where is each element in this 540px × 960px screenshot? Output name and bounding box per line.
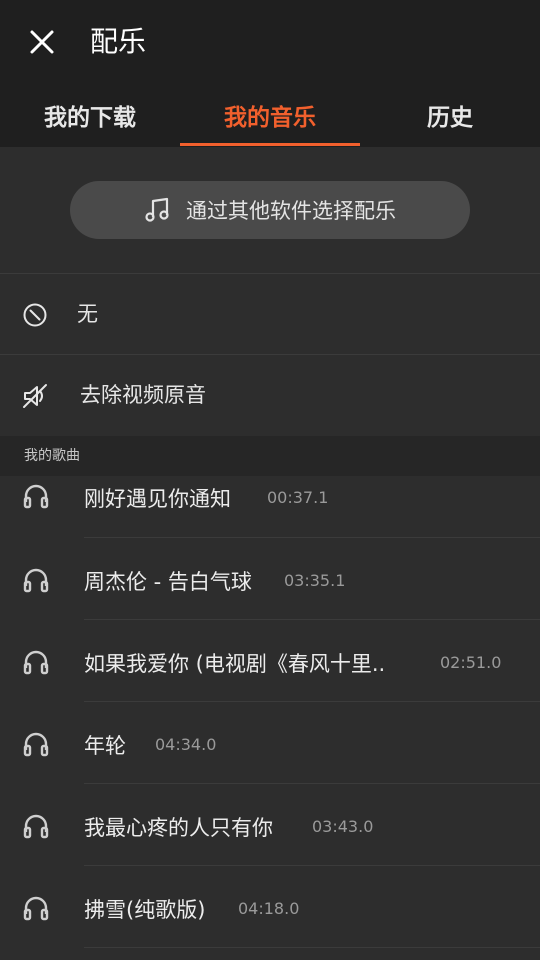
song-title: 年轮 — [84, 734, 126, 758]
option-none[interactable]: 无 — [0, 274, 540, 354]
song-item[interactable]: 刚好遇见你通知 00:37.1 — [0, 476, 540, 538]
section-header-my-songs: 我的歌曲 — [0, 436, 540, 476]
song-item[interactable]: 周杰伦 - 告白气球 03:35.1 — [0, 538, 540, 620]
song-title: 我最心疼的人只有你 — [84, 816, 273, 840]
close-button[interactable] — [22, 22, 62, 62]
ban-icon — [23, 303, 47, 327]
song-item[interactable]: 拂雪(纯歌版) 04:18.0 — [0, 866, 540, 948]
music-note-icon — [145, 197, 169, 222]
close-icon — [30, 30, 54, 54]
song-duration: 04:18.0 — [238, 899, 300, 918]
option-remove-original-audio[interactable]: 去除视频原音 — [0, 355, 540, 435]
top-bar: 配乐 我的下载 我的音乐 历史 — [0, 0, 540, 147]
page-title: 配乐 — [90, 25, 147, 58]
tab-my-downloads[interactable]: 我的下载 — [0, 86, 180, 147]
song-duration: 03:43.0 — [312, 817, 374, 836]
song-duration: 02:51.0 — [440, 653, 502, 672]
song-list: 刚好遇见你通知 00:37.1 周杰伦 - 告白气球 03:35.1 如果我爱你… — [0, 476, 540, 960]
headphones-icon — [23, 484, 49, 509]
tab-history[interactable]: 历史 — [360, 86, 540, 147]
option-remove-audio-label: 去除视频原音 — [80, 383, 206, 407]
song-item[interactable]: 年轮 04:34.0 — [0, 702, 540, 784]
section-title: 我的歌曲 — [24, 448, 80, 464]
song-duration: 04:34.0 — [155, 735, 217, 754]
song-title: 如果我爱你 (电视剧《春风十里.. — [84, 652, 386, 676]
tab-my-music[interactable]: 我的音乐 — [180, 86, 360, 147]
headphones-icon — [23, 650, 49, 675]
active-tab-indicator — [180, 143, 360, 146]
headphones-icon — [23, 568, 49, 593]
song-duration: 03:35.1 — [284, 571, 346, 590]
option-none-label: 无 — [77, 302, 98, 326]
headphones-icon — [23, 814, 49, 839]
divider — [84, 947, 540, 948]
song-item[interactable]: 我最心疼的人只有你 03:43.0 — [0, 784, 540, 866]
headphones-icon — [23, 896, 49, 921]
mute-icon — [23, 384, 47, 408]
song-duration: 00:37.1 — [267, 488, 329, 507]
tab-bar: 我的下载 我的音乐 历史 — [0, 86, 540, 147]
song-title: 刚好遇见你通知 — [84, 487, 231, 511]
song-item[interactable]: 如果我爱你 (电视剧《春风十里.. 02:51.0 — [0, 620, 540, 702]
song-title: 周杰伦 - 告白气球 — [84, 570, 252, 594]
pick-music-from-other-app-button[interactable]: 通过其他软件选择配乐 — [70, 181, 470, 239]
headphones-icon — [23, 732, 49, 757]
pick-music-label: 通过其他软件选择配乐 — [186, 199, 396, 223]
song-title: 拂雪(纯歌版) — [84, 898, 206, 922]
